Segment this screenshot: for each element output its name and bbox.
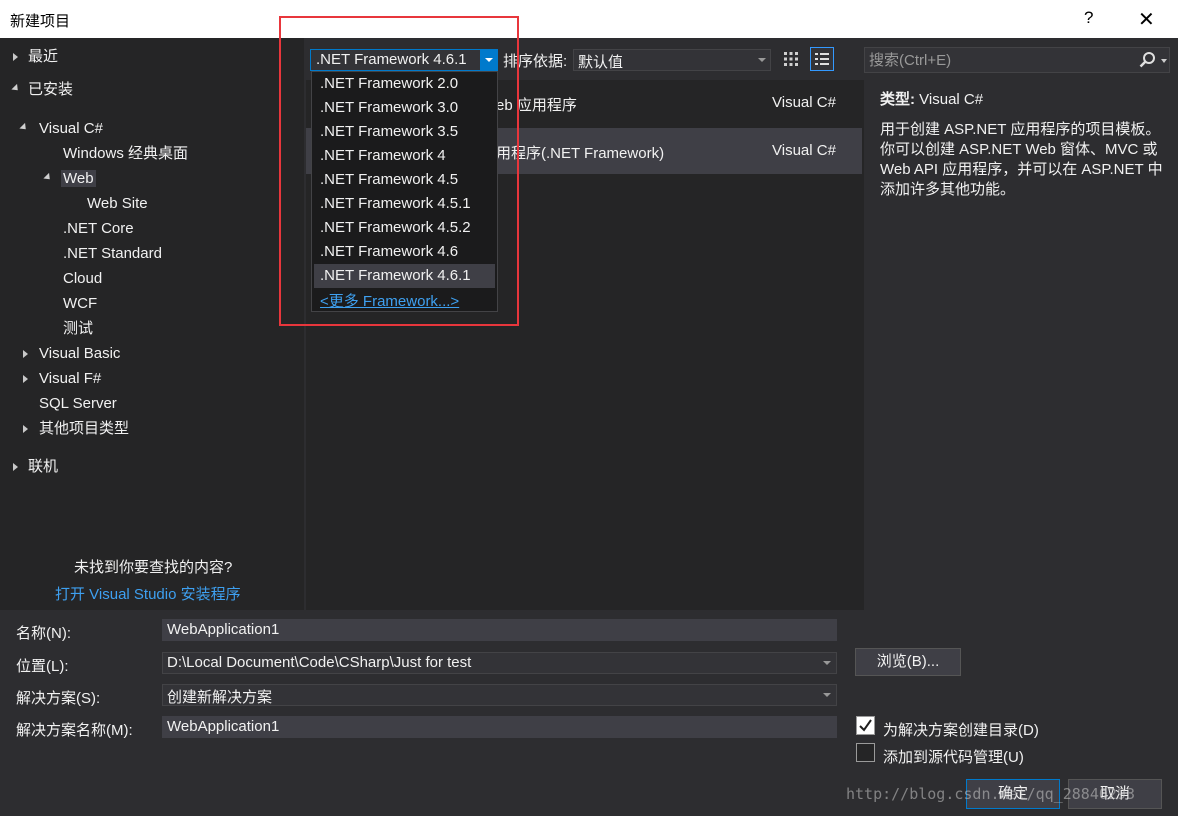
template-language: Visual C# [772,94,836,111]
expand-arrow-icon[interactable] [23,350,28,358]
solution-name-field[interactable]: WebApplication1 [162,716,837,738]
tree-item-recent[interactable]: 最近 [12,46,58,68]
location-field[interactable]: D:\Local Document\Code\CSharp\Just for t… [162,652,837,674]
chevron-down-icon[interactable] [1161,59,1167,63]
tree-item-net-core[interactable]: .NET Core [63,218,134,240]
tree-item-net-standard[interactable]: .NET Standard [63,243,162,265]
tree-item-label: 最近 [28,48,59,65]
solution-select[interactable]: 创建新解决方案 [162,684,837,706]
tree-item-label: Windows 经典桌面 [63,145,189,162]
sort-select[interactable]: 默认值 [573,49,771,71]
tree-item-label: 联机 [28,458,59,475]
collapse-arrow-icon[interactable] [19,122,29,133]
location-field-value: D:\Local Document\Code\CSharp\Just for t… [167,654,472,671]
browse-button[interactable]: 浏览(B)... [855,648,961,676]
search-icon[interactable] [1138,51,1156,69]
category-tree: 最近 已安装 Visual C# Windows 经典桌面 Web Web Si… [0,38,304,610]
expand-arrow-icon[interactable] [13,463,18,471]
tree-item-installed[interactable]: 已安装 [11,79,74,101]
tree-item-visual-fsharp[interactable]: Visual F# [22,368,101,390]
close-button[interactable]: ✕ [1138,7,1155,32]
tree-item-wcf[interactable]: WCF [63,293,97,315]
open-installer-link[interactable]: 打开 Visual Studio 安装程序 [55,583,241,604]
solution-select-value: 创建新解决方案 [167,689,273,706]
grid-view-icon [784,52,798,66]
tree-item-other-types[interactable]: 其他项目类型 [22,418,129,440]
tree-item-web[interactable]: Web [43,168,96,190]
chevron-down-icon[interactable] [823,661,831,665]
tree-item-label: Web Site [87,195,148,212]
tree-item-cloud[interactable]: Cloud [63,268,102,290]
tree-item-label: 其他项目类型 [39,420,130,437]
sort-select-value: 默认值 [578,54,624,71]
create-directory-checkbox[interactable] [856,716,875,735]
template-name: 用程序(.NET Framework) [496,145,665,162]
tree-item-web-site[interactable]: Web Site [87,193,148,215]
type-value: Visual C# [919,91,984,108]
tree-item-label: Web [61,170,96,187]
search-input[interactable] [869,50,1129,70]
expand-arrow-icon[interactable] [13,53,18,61]
chevron-down-icon[interactable] [758,58,766,62]
highlight-box [279,16,519,326]
source-control-checkbox[interactable] [856,743,875,762]
not-found-text: 未找到你要查找的内容? [74,559,233,576]
template-language: Visual C# [772,142,836,159]
solution-label: 解决方案(S): [16,690,101,707]
tree-item-label: WCF [63,295,98,312]
tree-item-windows-desktop[interactable]: Windows 经典桌面 [63,143,188,165]
tree-item-label: 测试 [63,320,94,337]
expand-arrow-icon[interactable] [23,375,28,383]
watermark: http://blog.csdn.net/qq_28840293 [846,785,1135,803]
tree-item-label: .NET Core [63,220,134,237]
type-label: 类型: [880,91,915,108]
tree-item-test[interactable]: 测试 [63,318,93,340]
name-field[interactable]: WebApplication1 [162,619,837,641]
list-view-button[interactable] [810,47,834,71]
collapse-arrow-icon[interactable] [11,83,21,94]
solution-name-value: WebApplication1 [167,718,280,735]
checkmark-icon [859,719,872,732]
window-title: 新建项目 [10,13,71,30]
search-box[interactable] [864,47,1170,73]
tree-item-label: Visual F# [39,370,102,387]
tree-item-label: Visual C# [39,120,103,137]
source-control-label: 添加到源代码管理(U) [883,749,1024,766]
tree-item-visual-basic[interactable]: Visual Basic [22,343,120,365]
expand-arrow-icon[interactable] [23,425,28,433]
help-button[interactable]: ? [1084,8,1093,28]
collapse-arrow-icon[interactable] [43,172,53,183]
template-description: 类型: Visual C# 用于创建 ASP.NET 应用程序的项目模板。你可以… [880,90,1172,200]
tree-item-visual-csharp[interactable]: Visual C# [19,118,103,140]
list-view-icon [815,53,829,65]
tree-item-online[interactable]: 联机 [12,456,58,478]
tree-item-label: .NET Standard [63,245,162,262]
description-text: 用于创建 ASP.NET 应用程序的项目模板。你可以创建 ASP.NET Web… [880,121,1163,198]
tree-item-label: Cloud [63,270,103,287]
name-field-value: WebApplication1 [167,621,280,638]
type-line: 类型: Visual C# [880,90,1172,110]
chevron-down-icon[interactable] [823,693,831,697]
create-directory-label: 为解决方案创建目录(D) [883,722,1039,739]
tree-item-label: 已安装 [28,81,74,98]
solution-name-label: 解决方案名称(M): [16,722,133,739]
title-bar: 新建项目 ? ✕ [0,0,1178,38]
tree-item-sql-server[interactable]: SQL Server [39,393,117,415]
location-label: 位置(L): [16,658,69,675]
tree-item-label: SQL Server [39,395,117,412]
grid-view-button[interactable] [779,47,803,71]
name-label: 名称(N): [16,625,71,642]
tree-item-label: Visual Basic [39,345,121,362]
